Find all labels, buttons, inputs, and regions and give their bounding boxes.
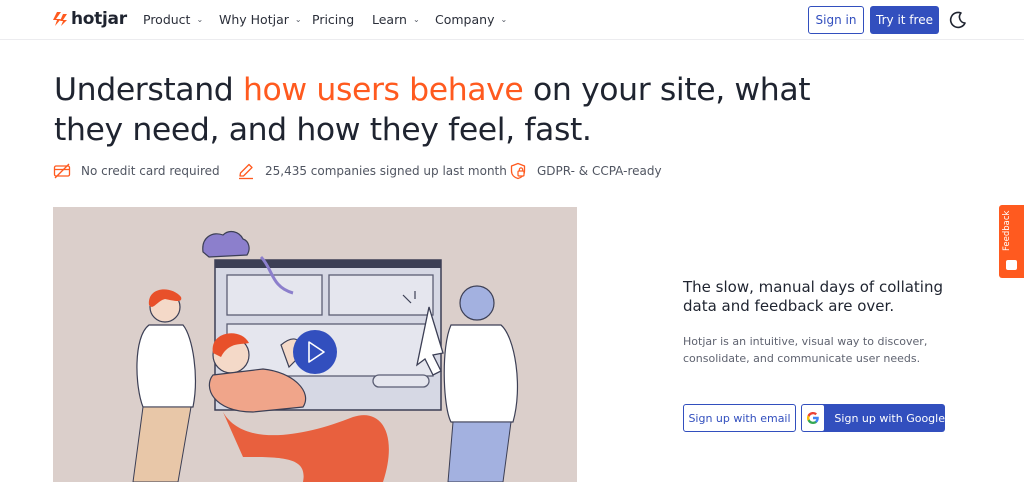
headline-accent-text: how users behave <box>242 72 524 108</box>
pencil-sign-icon <box>239 163 253 180</box>
nav-item-product[interactable]: Product ⌄ <box>143 12 219 27</box>
badge-gdpr-ccpa: GDPR- & CCPA-ready <box>509 162 662 180</box>
nav-item-label: Product <box>143 12 191 27</box>
hotjar-logo[interactable]: hotjar <box>53 9 127 29</box>
nav-item-label: Learn <box>372 12 407 27</box>
no-credit-card-icon <box>53 163 71 179</box>
feedback-tab[interactable]: Feedback <box>999 205 1024 278</box>
chevron-down-icon: ⌄ <box>294 15 302 24</box>
google-icon <box>807 412 820 424</box>
illustration-person-legs <box>447 421 512 482</box>
illustration-pill <box>372 374 430 388</box>
badge-no-credit-card: No credit card required <box>53 162 237 180</box>
nav-item-pricing[interactable]: Pricing <box>312 12 372 27</box>
sign-in-button[interactable]: Sign in <box>808 6 864 34</box>
nav-item-label: Why Hotjar <box>219 12 289 27</box>
badge-text: No credit card required <box>81 164 220 178</box>
illustration-screen-bar <box>215 260 441 268</box>
hero-headline: Understand how users behave on your site… <box>54 70 854 150</box>
nav-item-company[interactable]: Company ⌄ <box>435 12 515 27</box>
headline-text: Understand <box>54 72 243 108</box>
shield-lock-icon <box>510 162 526 180</box>
nav-item-why-hotjar[interactable]: Why Hotjar ⌄ <box>219 12 312 27</box>
badge-text: GDPR- & CCPA-ready <box>537 164 662 178</box>
hero-illustration <box>132 230 519 482</box>
nav-item-label: Company <box>435 12 495 27</box>
illustration-person-body <box>136 324 196 408</box>
sign-up-google-button[interactable]: Sign up with Google <box>801 404 945 432</box>
trust-badges: No credit card required 25,435 companies… <box>53 162 662 180</box>
chevron-down-icon: ⌄ <box>196 15 204 24</box>
illustration-person-body <box>443 324 519 423</box>
illustration-person-legs <box>223 412 389 482</box>
nav-item-learn[interactable]: Learn ⌄ <box>372 12 435 27</box>
badge-companies-signed-up: 25,435 companies signed up last month <box>237 162 509 180</box>
chevron-down-icon: ⌄ <box>500 15 508 24</box>
play-button <box>293 330 337 374</box>
chevron-down-icon: ⌄ <box>412 15 420 24</box>
nav-item-label: Pricing <box>312 12 355 27</box>
main-menu: Product ⌄ Why Hotjar ⌄ Pricing Learn ⌄ C… <box>143 12 515 27</box>
sign-up-email-button[interactable]: Sign up with email <box>683 404 796 432</box>
try-it-free-button[interactable]: Try it free <box>870 6 939 34</box>
hero-video[interactable] <box>53 207 577 482</box>
google-button-label: Sign up with Google <box>834 411 945 425</box>
badge-text: 25,435 companies signed up last month <box>265 164 507 178</box>
logo-wordmark: hotjar <box>71 9 127 29</box>
illustration-person-legs <box>132 406 192 482</box>
hero-description: Hotjar is an intuitive, visual way to di… <box>683 335 928 365</box>
moon-icon[interactable] <box>948 10 968 30</box>
top-navigation: hotjar Product ⌄ Why Hotjar ⌄ Pricing Le… <box>0 0 1024 40</box>
google-logo <box>802 405 825 431</box>
illustration-card <box>328 274 434 316</box>
hotjar-flame-icon <box>53 12 67 26</box>
hero-subheading: The slow, manual days of collating data … <box>683 278 944 315</box>
illustration-cat <box>202 230 250 258</box>
illustration-person-head <box>459 285 495 321</box>
feedback-icon <box>1006 260 1017 270</box>
feedback-label: Feedback <box>1002 210 1012 251</box>
